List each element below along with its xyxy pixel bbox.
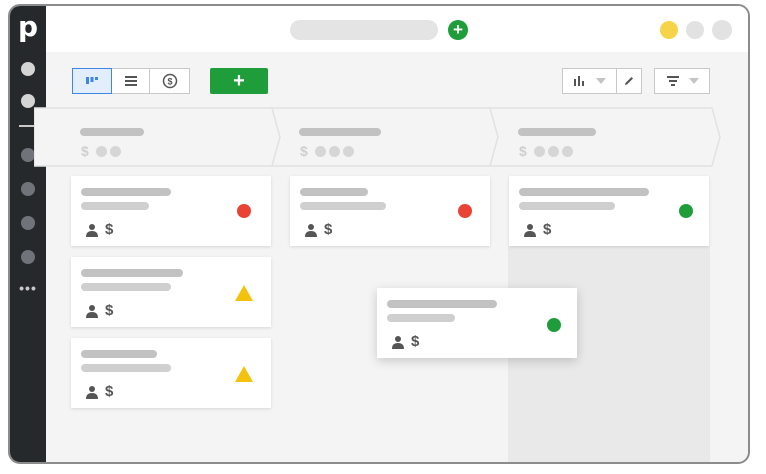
help-icon[interactable]: [686, 21, 704, 39]
deal-title: [81, 350, 157, 358]
person-icon: [86, 305, 98, 318]
chevron-down-icon: [596, 78, 607, 84]
stage-value: [534, 146, 573, 157]
more-icon[interactable]: •••: [10, 281, 46, 296]
deal-card[interactable]: $: [71, 176, 271, 246]
deal-card[interactable]: $: [71, 338, 271, 408]
add-deal-button[interactable]: +: [210, 68, 268, 94]
deal-currency: $: [543, 221, 552, 238]
app-window: p ••• + $ + $ $ $ $ $ $ $ $ $: [8, 4, 750, 464]
deal-meta: $: [85, 222, 113, 238]
status-red-icon: [237, 204, 251, 218]
deal-subtitle: [387, 314, 455, 322]
quick-add-button[interactable]: +: [448, 20, 468, 40]
view-switcher: $: [72, 68, 190, 94]
deal-subtitle: [519, 202, 615, 210]
pipeline-icon: [85, 77, 98, 84]
svg-text:$: $: [167, 77, 172, 87]
deal-title: [387, 300, 497, 308]
stage-header-3: $: [506, 110, 706, 166]
search-input[interactable]: [290, 20, 438, 40]
stage-currency: $: [81, 143, 89, 159]
deal-meta: $: [85, 303, 113, 319]
stage-title: [80, 128, 144, 136]
edit-button[interactable]: [617, 69, 641, 93]
dragging-deal-card[interactable]: $: [377, 288, 577, 358]
forecast-icon: $: [162, 73, 177, 89]
deal-title: [519, 188, 649, 196]
filter-button[interactable]: [654, 68, 710, 94]
stage-header-1: $: [68, 110, 268, 166]
stats-control: [562, 68, 642, 94]
deal-subtitle: [300, 202, 386, 210]
app-logo[interactable]: p: [14, 12, 42, 42]
stage-currency: $: [519, 143, 527, 159]
status-green-icon: [547, 318, 561, 332]
deal-meta: $: [85, 384, 113, 400]
pipeline-toolbar: $ +: [46, 52, 748, 108]
nav-item-4[interactable]: [21, 182, 35, 196]
stage-title: [518, 128, 596, 136]
deal-meta: $: [523, 222, 551, 238]
person-icon: [86, 224, 98, 237]
stage-header-2: $: [287, 110, 487, 166]
chevron-down-icon: [688, 78, 699, 84]
deal-subtitle: [81, 364, 171, 372]
stage-value: [96, 146, 121, 157]
pencil-icon: [625, 77, 633, 85]
deal-meta: $: [391, 334, 419, 350]
deal-currency: $: [105, 302, 114, 319]
deal-card[interactable]: $: [290, 176, 490, 246]
deal-currency: $: [324, 221, 333, 238]
pipeline-view-button[interactable]: [72, 68, 112, 94]
list-icon: [124, 76, 137, 86]
nav-item-1[interactable]: [21, 62, 35, 76]
bar-chart-icon: [573, 76, 584, 86]
deal-card[interactable]: $: [509, 176, 709, 246]
deal-title: [300, 188, 368, 196]
top-bar: +: [46, 6, 748, 52]
deal-subtitle: [81, 202, 149, 210]
stats-dropdown[interactable]: [563, 69, 617, 93]
forecast-view-button[interactable]: $: [150, 69, 189, 93]
stage-title: [299, 128, 381, 136]
person-icon: [524, 224, 536, 237]
filter-icon: [666, 76, 679, 86]
deal-card[interactable]: $: [71, 257, 271, 327]
notification-indicator[interactable]: [660, 21, 678, 39]
deal-title: [81, 188, 171, 196]
nav-item-3[interactable]: [21, 148, 35, 162]
list-view-button[interactable]: [112, 69, 151, 93]
person-icon: [305, 224, 317, 237]
deal-title: [81, 269, 183, 277]
deal-currency: $: [105, 221, 114, 238]
nav-item-2[interactable]: [21, 94, 35, 108]
status-green-icon: [679, 204, 693, 218]
stage-value: [315, 146, 354, 157]
deal-currency: $: [411, 333, 420, 350]
nav-item-6[interactable]: [21, 250, 35, 264]
deal-subtitle: [81, 283, 171, 291]
deal-meta: $: [304, 222, 332, 238]
avatar[interactable]: [712, 20, 732, 40]
nav-item-5[interactable]: [21, 216, 35, 230]
person-icon: [86, 386, 98, 399]
deal-currency: $: [105, 383, 114, 400]
status-red-icon: [458, 204, 472, 218]
warning-icon: [235, 366, 253, 382]
stage-currency: $: [300, 143, 308, 159]
left-nav-rail: p •••: [10, 6, 46, 462]
warning-icon: [235, 285, 253, 301]
person-icon: [392, 336, 404, 349]
